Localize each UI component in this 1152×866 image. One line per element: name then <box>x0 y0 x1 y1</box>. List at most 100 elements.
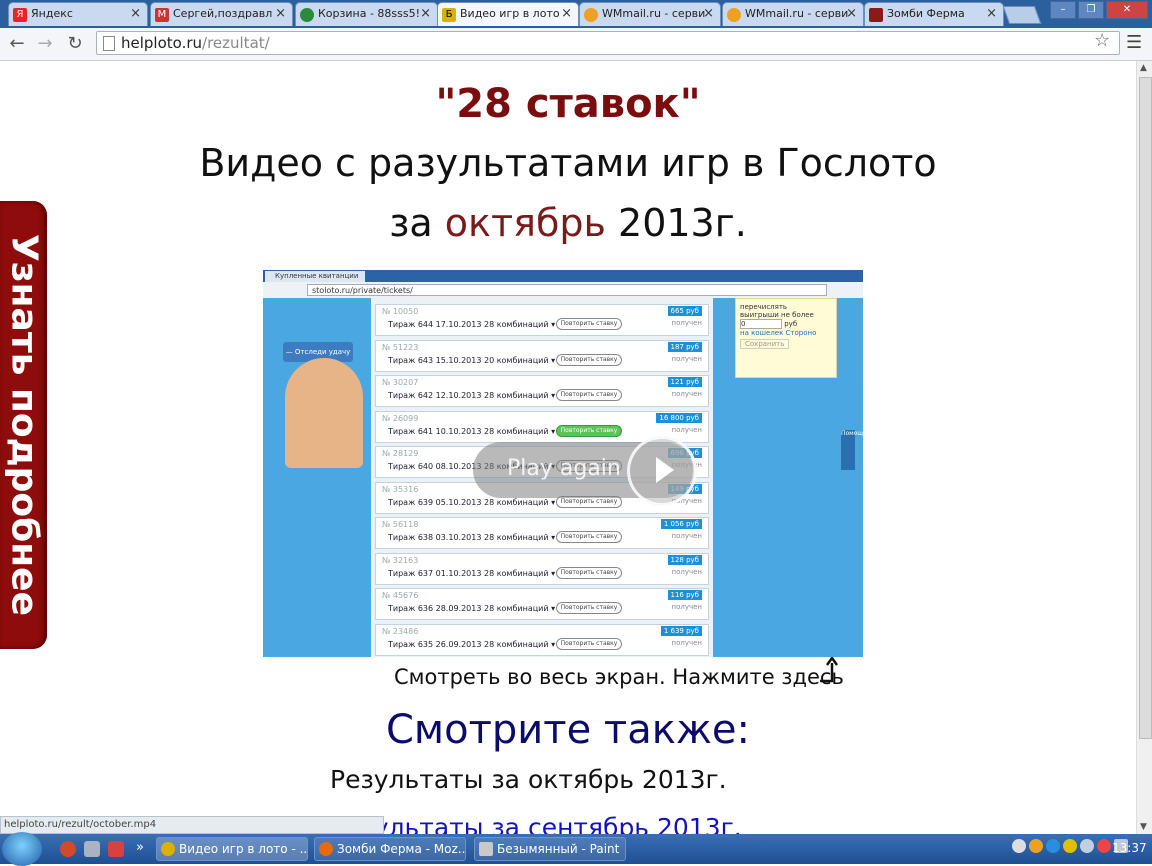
tab-gmail[interactable]: M Сергей,поздравл × <box>150 2 293 26</box>
ticket-number: № 56118 <box>382 520 419 529</box>
flag-icon[interactable] <box>1097 839 1111 853</box>
ticket-row: № 10050 Тираж 644 17.10.2013 28 комбинаци… <box>375 304 709 336</box>
ticket-row: № 45676 Тираж 636 28.09.2013 28 комбинаци… <box>375 588 709 620</box>
forward-arrow-icon[interactable]: → <box>34 33 56 55</box>
bookmark-star-icon[interactable]: ☆ <box>1094 30 1110 51</box>
page-icon <box>103 36 115 51</box>
volume-icon[interactable] <box>1080 839 1094 853</box>
close-icon[interactable]: × <box>130 3 141 25</box>
ticket-number: № 10050 <box>382 307 419 316</box>
video-player[interactable]: Купленные квитанции stoloto.ru/private/t… <box>263 270 863 657</box>
quicklaunch-drive-icon[interactable] <box>84 841 100 857</box>
ticket-draw-info: Тираж 636 28.09.2013 28 комбинаций ▾ <box>388 604 556 613</box>
play-again-button[interactable]: Play again <box>473 436 697 506</box>
ticket-row: № 56118 Тираж 638 03.10.2013 28 комбинаци… <box>375 517 709 549</box>
tab-wmmail-1[interactable]: WMmail.ru - серви × <box>579 2 721 26</box>
tab-zombie-farm[interactable]: Зомби Ферма × <box>864 2 1004 26</box>
see-also-heading: Смотрите также: <box>386 707 750 753</box>
status-bar: helploto.ru/rezult/october.mp4 <box>0 816 384 834</box>
ticket-draw-info: Тираж 644 17.10.2013 28 комбинаций ▾ <box>388 320 556 329</box>
video-browser-tabbar: Купленные квитанции <box>263 270 863 282</box>
close-icon[interactable]: × <box>420 3 431 25</box>
task-paint[interactable]: Безымянный - Paint <box>474 837 626 861</box>
ticket-row: № 51223 Тираж 643 15.10.2013 20 комбинаци… <box>375 339 709 372</box>
menu-icon[interactable]: ☰ <box>1126 32 1142 53</box>
yandex-icon: Я <box>13 8 27 22</box>
tab-title: Зомби Ферма <box>887 7 965 20</box>
received-status: получен <box>671 354 703 363</box>
new-tab-button[interactable] <box>1002 6 1042 24</box>
task-firefox[interactable]: Зомби Ферма - Moz... <box>314 837 466 861</box>
ticket-number: № 26099 <box>382 413 419 423</box>
ticket-number: № 51223 <box>382 342 419 352</box>
tray-skype-icon[interactable] <box>1046 839 1060 853</box>
replay-bet-button: Повторить ставку <box>556 531 622 543</box>
minimize-icon[interactable]: – <box>1050 1 1076 19</box>
close-icon[interactable]: × <box>846 3 857 25</box>
tab-title: WMmail.ru - серви <box>745 7 849 20</box>
received-status: получен <box>671 319 703 327</box>
browser-tab-strip: Я Яндекс × M Сергей,поздравл × Корзина -… <box>0 0 1152 28</box>
win-amount: 16 800 руб <box>656 412 702 423</box>
task-chrome[interactable]: Видео игр в лото - ... <box>156 837 308 861</box>
quicklaunch-browser-icon[interactable] <box>60 841 76 857</box>
ticket-draw-info: Тираж 638 03.10.2013 28 комбинаций ▾ <box>388 533 556 542</box>
close-icon[interactable]: × <box>986 3 997 25</box>
video-girl-image <box>285 358 363 468</box>
scroll-down-icon[interactable]: ▼ <box>1140 822 1147 832</box>
close-window-icon[interactable]: ✕ <box>1106 1 1148 19</box>
chrome-icon <box>161 842 175 856</box>
tray-app2-icon[interactable] <box>1063 839 1077 853</box>
play-icon <box>627 436 697 506</box>
quicklaunch-more[interactable]: » <box>136 840 144 855</box>
video-help-tab: Помощь <box>841 430 863 470</box>
restore-icon[interactable]: ❐ <box>1078 1 1104 19</box>
replay-bet-button: Повторить ставку <box>556 566 622 579</box>
scroll-up-icon[interactable]: ▲ <box>1140 63 1147 73</box>
tray-app-icon[interactable] <box>1029 839 1043 853</box>
wmmail-icon <box>584 8 598 22</box>
close-icon[interactable]: × <box>703 3 714 25</box>
fullscreen-link[interactable]: Смотреть во весь экран. Нажмите здесь <box>394 665 844 689</box>
scroll-thumb[interactable] <box>1139 77 1152 739</box>
back-arrow-icon[interactable]: ← <box>6 33 28 55</box>
replay-bet-button: Повторить ставку <box>556 389 622 401</box>
clock[interactable]: 13:37 <box>1112 841 1147 855</box>
tray-network-icon[interactable] <box>1012 839 1026 853</box>
win-amount: 116 руб <box>667 590 702 600</box>
win-amount: 187 руб <box>667 341 702 352</box>
period-month: октябрь <box>444 201 606 245</box>
page-subheading: Видео с разультатами игр в Гослото <box>199 141 937 185</box>
win-amount: 121 руб <box>667 377 702 387</box>
replay-bet-button: Повторить ставку <box>556 353 622 366</box>
received-status: получен <box>671 425 703 434</box>
link-october-results[interactable]: Результаты за октябрь 2013г. <box>330 765 727 794</box>
quicklaunch-app-icon[interactable] <box>108 841 124 857</box>
banner-label: Узнать подробнее <box>3 233 44 617</box>
reload-icon[interactable]: ↻ <box>64 33 86 55</box>
learn-more-banner[interactable]: Узнать подробнее <box>0 201 47 649</box>
ticket-number: № 32163 <box>382 555 419 565</box>
close-icon[interactable]: × <box>275 3 286 25</box>
window-controls: – ❐ ✕ <box>1050 1 1148 19</box>
wmmail-icon <box>727 8 741 22</box>
close-icon[interactable]: × <box>561 3 572 25</box>
address-bar[interactable]: helploto.ru/rezultat/ <box>96 31 1120 55</box>
page-content: "28 ставок" Видео с разультатами игр в Г… <box>0 61 1136 834</box>
tab-cart[interactable]: Корзина - 88sss5! × <box>295 2 438 26</box>
start-button[interactable] <box>2 832 42 866</box>
cart-site-icon <box>300 8 314 22</box>
tab-helploto[interactable]: Б Видео игр в лото × <box>437 2 579 26</box>
page-scrollbar[interactable]: ▲ ▼ <box>1136 61 1152 834</box>
link-september-results[interactable]: Результаты за сентябрь 2013г. <box>330 813 742 834</box>
ticket-draw-info: Тираж 637 01.10.2013 28 комбинаций ▾ <box>388 568 556 578</box>
tab-yandex[interactable]: Я Яндекс × <box>8 2 148 26</box>
replay-bet-button: Повторить ставку <box>556 637 622 650</box>
ticket-draw-info: Тираж 635 26.09.2013 28 комбинаций ▾ <box>388 639 556 649</box>
video-url: stoloto.ru/private/tickets/ <box>307 284 827 296</box>
win-amount: 665 руб <box>667 306 702 316</box>
video-settings-panel: перечислять выигрыши не более 0 руб на к… <box>735 298 837 378</box>
tab-title: Яндекс <box>31 7 73 20</box>
paint-icon <box>479 842 493 856</box>
tab-wmmail-2[interactable]: WMmail.ru - серви × <box>722 2 864 26</box>
